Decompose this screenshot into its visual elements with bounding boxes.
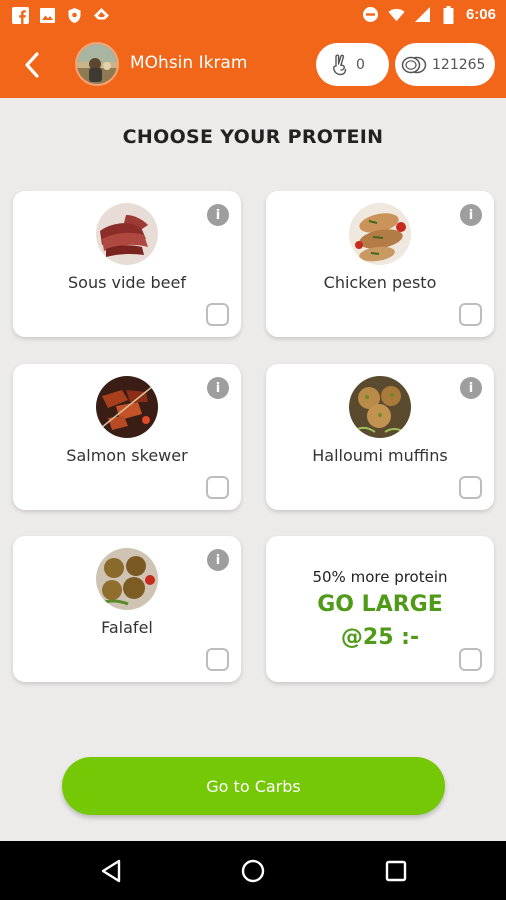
falafel-image [96,548,158,610]
protein-card-halloumi-muffins[interactable]: Halloumi muffins i [266,364,494,510]
info-icon[interactable]: i [207,549,229,571]
sous-vide-beef-image [96,203,158,265]
protein-card-chicken-pesto[interactable]: Chicken pesto i [266,191,494,337]
promo-subtitle: 50% more protein [312,568,448,586]
item-label: Salmon skewer [66,446,188,465]
protein-card-salmon-skewer[interactable]: Salmon skewer i [13,364,241,510]
coins-count: 121265 [432,56,486,73]
status-bar: 6:06 [0,0,506,32]
select-checkbox[interactable] [459,303,482,326]
select-checkbox[interactable] [206,476,229,499]
feedly-icon [93,7,110,24]
chicken-pesto-image [349,203,411,265]
peace-hand-icon [333,54,347,75]
shield-icon [66,7,83,24]
status-time: 6:06 [465,6,496,23]
promo-price: @25 :- [340,625,420,650]
info-icon[interactable]: i [207,204,229,226]
image-icon [39,7,56,24]
protein-card-sous-vide-beef[interactable]: Sous vide beef i [13,191,241,337]
select-checkbox[interactable] [206,648,229,671]
avatar[interactable] [75,42,119,86]
facebook-icon [12,7,29,24]
coins-pill[interactable]: 121265 [395,43,495,86]
nav-home-icon[interactable] [240,858,266,884]
info-icon[interactable]: i [207,377,229,399]
item-label: Sous vide beef [68,273,186,292]
select-checkbox[interactable] [459,476,482,499]
item-label: Halloumi muffins [312,446,448,465]
back-button[interactable] [18,50,48,80]
peace-counter-pill[interactable]: 0 [316,43,389,86]
select-checkbox[interactable] [459,648,482,671]
coins-icon [401,56,427,73]
select-checkbox[interactable] [206,303,229,326]
app-bar: MOhsin Ikram 0 121265 [0,32,506,98]
info-icon[interactable]: i [460,377,482,399]
go-large-promo-card[interactable]: 50% more protein GO LARGE @25 :- [266,536,494,682]
item-label: Chicken pesto [323,273,437,292]
signal-icon [414,6,431,23]
peace-count: 0 [356,56,365,73]
do-not-disturb-icon [362,6,379,23]
promo-title: GO LARGE [317,592,443,617]
user-name[interactable]: MOhsin Ikram [130,53,247,73]
halloumi-muffins-image [349,376,411,438]
salmon-skewer-image [96,376,158,438]
wifi-icon [388,6,405,23]
nav-recents-icon[interactable] [383,858,409,884]
system-nav-bar [0,841,506,900]
protein-card-falafel[interactable]: Falafel i [13,536,241,682]
item-label: Falafel [101,618,153,637]
go-to-carbs-button[interactable]: Go to Carbs [62,757,445,815]
chevron-left-icon [25,52,39,78]
page-title: CHOOSE YOUR PROTEIN [122,126,384,148]
nav-back-icon[interactable] [99,858,125,884]
battery-icon [440,5,457,24]
info-icon[interactable]: i [460,204,482,226]
